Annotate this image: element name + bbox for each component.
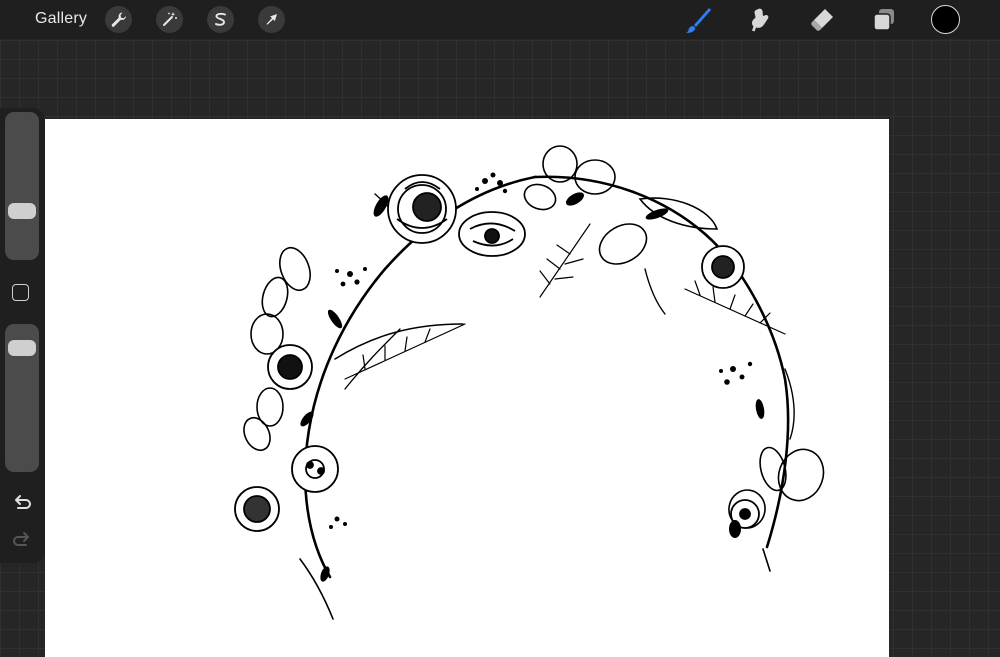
- transform-arrow-icon: [266, 14, 277, 25]
- left-sidebar: [0, 108, 45, 563]
- smudge-tool-button[interactable]: [746, 6, 774, 34]
- brush-size-slider[interactable]: [5, 112, 39, 260]
- undo-button[interactable]: [11, 492, 33, 514]
- selection-button[interactable]: [207, 6, 234, 33]
- selection-icon: [215, 12, 226, 26]
- eraser-icon: [811, 9, 833, 31]
- brush-icon: [686, 8, 711, 33]
- brush-tool-button[interactable]: [684, 6, 712, 34]
- adjustments-button[interactable]: [156, 6, 183, 33]
- redo-button[interactable]: [11, 529, 33, 551]
- floral-wreath-drawing: [234, 145, 825, 620]
- brush-size-thumb[interactable]: [8, 202, 36, 219]
- top-toolbar: Gallery: [0, 0, 1000, 39]
- drawing-canvas[interactable]: [45, 119, 889, 657]
- brush-opacity-thumb[interactable]: [8, 340, 36, 357]
- undo-icon: [15, 495, 31, 509]
- layers-button[interactable]: [870, 6, 898, 34]
- magic-wand-icon: [163, 12, 177, 26]
- brush-opacity-slider[interactable]: [5, 324, 39, 472]
- color-picker-button[interactable]: [931, 5, 960, 34]
- actions-button[interactable]: [105, 6, 132, 33]
- transform-button[interactable]: [258, 6, 285, 33]
- eraser-tool-button[interactable]: [808, 6, 836, 34]
- smudge-icon: [752, 8, 769, 32]
- wrench-icon: [111, 12, 126, 27]
- modify-button[interactable]: [12, 284, 29, 301]
- gallery-button[interactable]: Gallery: [35, 10, 87, 28]
- redo-icon: [13, 532, 29, 546]
- layers-icon: [873, 9, 894, 31]
